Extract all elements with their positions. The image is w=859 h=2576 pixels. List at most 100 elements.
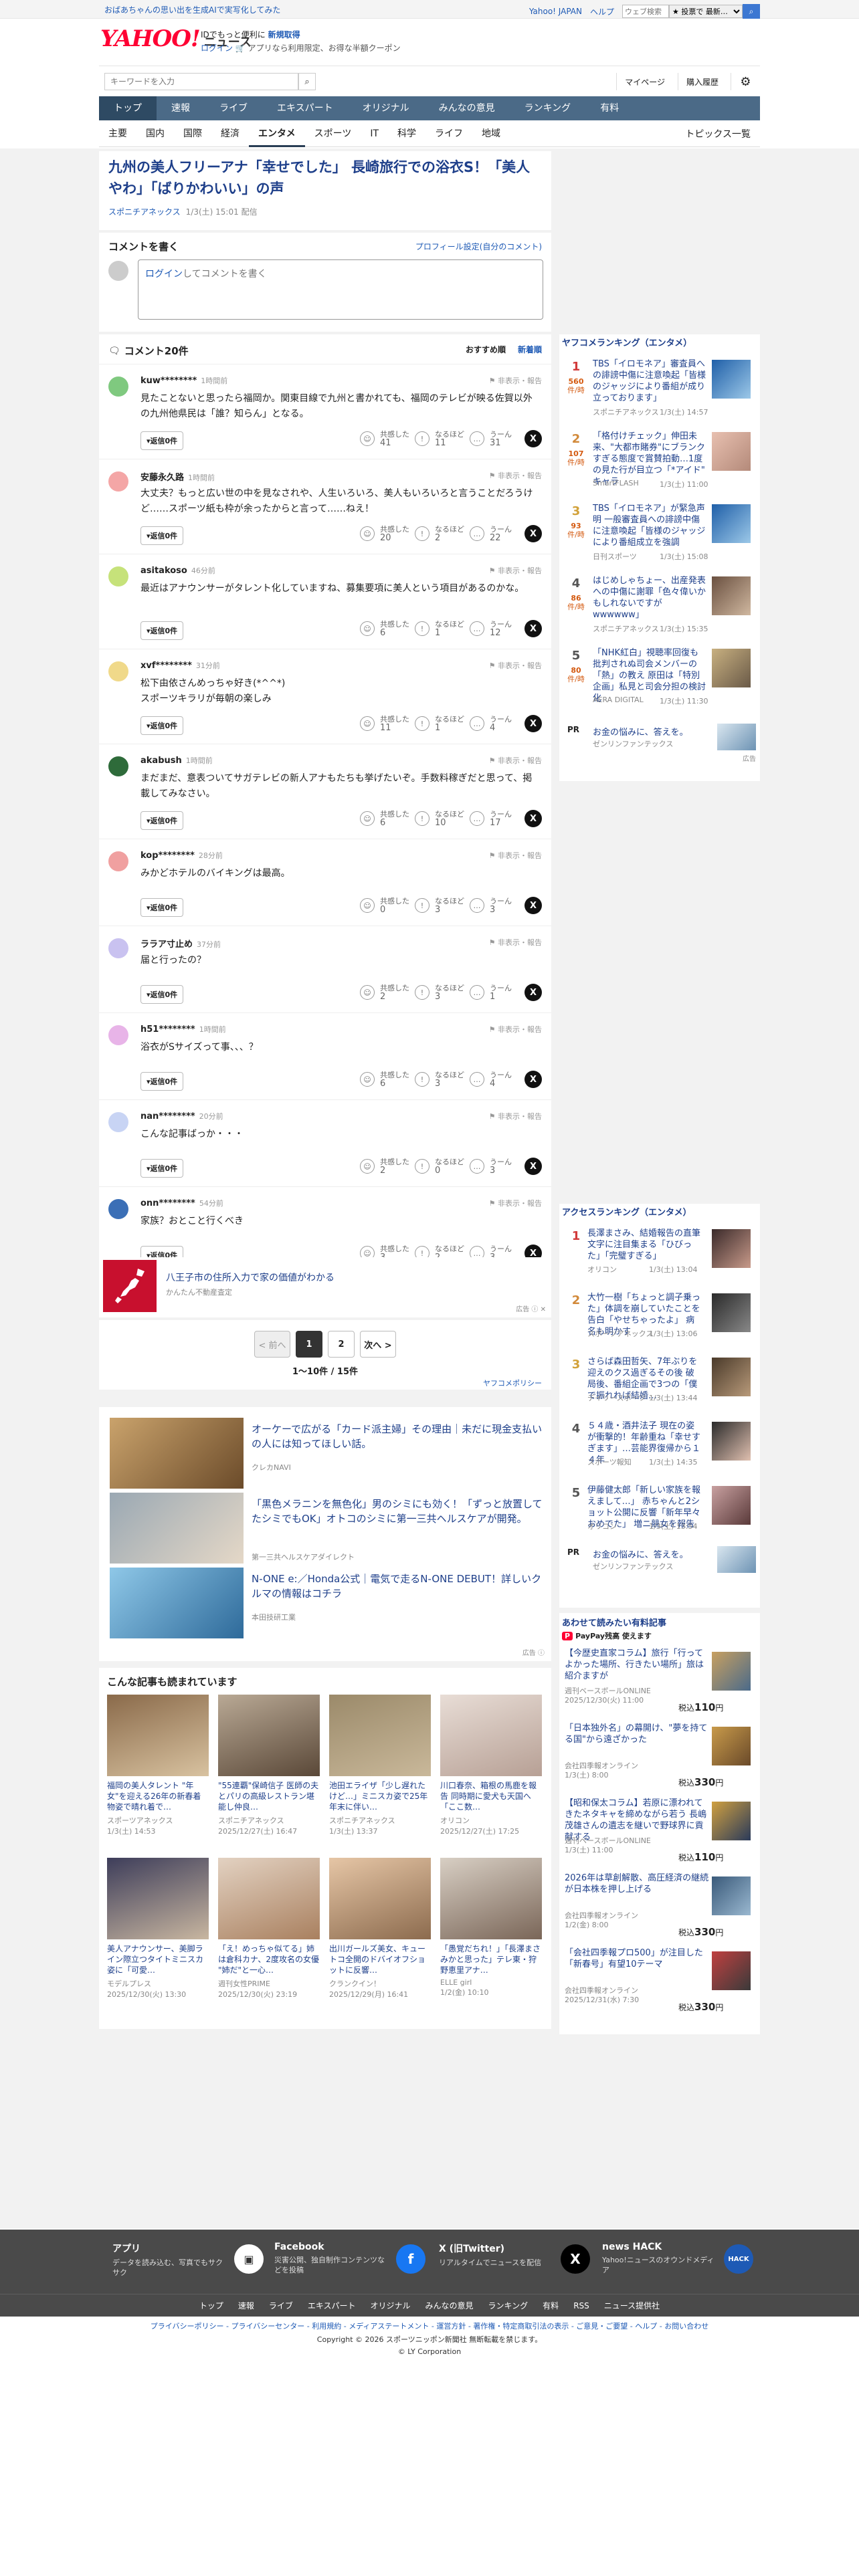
hmm-icon[interactable]: …: [470, 716, 484, 731]
lightbulb-icon[interactable]: !: [415, 431, 430, 446]
footer-facebook[interactable]: Facebook 災害公開、独自制作コンテンツなどを投稿 f: [274, 2242, 435, 2275]
comment-user[interactable]: nan******** 20分前: [140, 1111, 223, 1121]
cat-world[interactable]: 国際: [174, 120, 211, 147]
access-title[interactable]: 長澤まさみ、結婚報告の直筆文字に注目集まる「ひびった」「完璧すぎる」: [587, 1228, 701, 1262]
paid-item[interactable]: 【今歴史直家コラム】旅行「行ってよかった場所、行きたい場所」旅は紹介ますが 週刊ベ…: [559, 1648, 755, 1717]
hmm-icon[interactable]: …: [470, 431, 484, 446]
pager-page-1[interactable]: 1: [296, 1331, 322, 1358]
comment-user[interactable]: ララア寸止め 37分前: [140, 937, 221, 950]
smile-icon[interactable]: ☺: [360, 1072, 375, 1087]
comment-username[interactable]: nan********: [140, 1111, 195, 1121]
report-link[interactable]: ⚑ 非表示・報告: [489, 755, 542, 766]
footer-nav-item[interactable]: ランキング: [488, 2300, 529, 2311]
smile-icon[interactable]: ☺: [360, 1159, 375, 1174]
cat-main[interactable]: 主要: [99, 120, 136, 147]
ad-title-3[interactable]: N-ONE e:／Honda公式｜電気で走るN-ONE DEBUT！詳しいクルマ…: [252, 1572, 543, 1601]
article-title[interactable]: 九州の美人フリーアナ「幸せでした」 長崎旅行での浴衣S！「美人やわ」「ばりかわい…: [108, 156, 543, 199]
article-source[interactable]: スポニチアネックス: [108, 207, 181, 217]
keyword-search-input[interactable]: [104, 73, 298, 90]
also-read-thumb[interactable]: [329, 1858, 431, 1939]
reply-button[interactable]: ▾ 返信0件: [140, 1159, 184, 1178]
lightbulb-icon[interactable]: !: [415, 898, 430, 913]
gnav-expert[interactable]: エキスパート: [262, 96, 348, 120]
access-pr-title[interactable]: お金の悩みに、答えを。: [593, 1547, 688, 1560]
report-link[interactable]: ⚑ 非表示・報告: [489, 565, 542, 576]
footer-nav-item[interactable]: トップ: [199, 2300, 223, 2311]
access-item[interactable]: 1 長澤まさみ、結婚報告の直筆文字に注目集まる「ひびった」「完璧すぎる」 オリコン 1…: [559, 1224, 755, 1291]
cat-local[interactable]: 地域: [472, 120, 510, 147]
comment-user[interactable]: h51******** 1時間前: [140, 1024, 226, 1035]
also-read-title[interactable]: 川口春奈、箱根の馬鹿を報告 同時期に愛犬も天国へ「ここ数…: [440, 1780, 542, 1812]
yahoo-japan-link[interactable]: Yahoo! JAPAN: [529, 7, 582, 16]
footer-nav-item[interactable]: オリジナル: [371, 2300, 411, 2311]
comment-login-link[interactable]: ログイン: [145, 269, 183, 280]
gnav-original[interactable]: オリジナル: [348, 96, 424, 120]
report-link[interactable]: ⚑ 非表示・報告: [489, 937, 542, 948]
cat-economy[interactable]: 経済: [211, 120, 249, 147]
smile-icon[interactable]: ☺: [360, 985, 375, 1000]
report-link[interactable]: ⚑ 非表示・報告: [489, 375, 542, 386]
header-line2[interactable]: アプリなら利用限定、お得な半額クーポン: [248, 43, 401, 53]
x-share-icon[interactable]: X: [524, 897, 542, 914]
paid-item[interactable]: 「日本独外名」の幕開け、"夢を持てる国"から遠ざかった 会社四季報オンライン 1/3…: [559, 1723, 755, 1792]
lightbulb-icon[interactable]: !: [415, 1159, 430, 1174]
cat-science[interactable]: 科学: [388, 120, 425, 147]
also-read-title[interactable]: 出川ガールズ美女、キュートコ全開のドバイオフショットに反響…: [329, 1943, 431, 1975]
history-button[interactable]: 購入履歴: [677, 73, 727, 90]
hmm-icon[interactable]: …: [470, 1159, 484, 1174]
also-read-thumb[interactable]: [107, 1695, 209, 1776]
ad-banner[interactable]: 八王子市の住所入力で家の価値がわかる かんたん不動産査定 広告 ⓘ ✕: [99, 1257, 551, 1317]
footer-nav-item[interactable]: エキスパート: [308, 2300, 356, 2311]
also-read-item[interactable]: 出川ガールズ美女、キュートコ全開のドバイオフショットに反響… クランクイン！ 202…: [329, 1858, 431, 2000]
comment-username[interactable]: h51********: [140, 1025, 195, 1035]
help-link[interactable]: ヘルプ: [590, 6, 614, 17]
lightbulb-icon[interactable]: !: [415, 716, 430, 731]
smile-icon[interactable]: ☺: [360, 811, 375, 826]
x-share-icon[interactable]: X: [524, 620, 542, 637]
hmm-icon[interactable]: …: [470, 985, 484, 1000]
also-read-title[interactable]: 「愚覚だちれ！」「長澤まさみかと思った」テレ東・狩野恵里アナ…: [440, 1943, 542, 1975]
mypage-button[interactable]: マイページ: [616, 73, 673, 90]
ad-image-3[interactable]: [110, 1568, 244, 1638]
lightbulb-icon[interactable]: !: [415, 526, 430, 541]
also-read-thumb[interactable]: [218, 1695, 320, 1776]
paid-title[interactable]: 「会社四季報プロ500」が注目した「新春号」有望10テーマ: [565, 1947, 710, 1970]
smile-icon[interactable]: ☺: [360, 716, 375, 731]
cat-it[interactable]: IT: [361, 120, 388, 147]
ranking-title[interactable]: はじめしゃちょー、出産発表への中傷に謝罪「色々偉いかもしれないですがwwwwww…: [593, 575, 706, 621]
report-link[interactable]: ⚑ 非表示・報告: [489, 1111, 542, 1121]
lightbulb-icon[interactable]: !: [415, 1072, 430, 1087]
comment-username[interactable]: kuw********: [140, 376, 197, 386]
comment-textbox[interactable]: ログインしてコメントを書く: [138, 259, 543, 320]
access-item[interactable]: 4 ５４歳・酒井法子 現在の姿が衝撃的！年齢重ね「幸せすぎます」…芸能界復帰から１…: [559, 1416, 755, 1483]
ranking-pr[interactable]: PR お金の悩みに、答えを。 ゼンリンファンテックス 広告: [559, 724, 760, 764]
also-read-title[interactable]: 「え！めっちゃ似てる」姉は倉科カナ、2度攻名の女優 "姉だ"と一心…: [218, 1943, 320, 1975]
also-read-item[interactable]: 「え！めっちゃ似てる」姉は倉科カナ、2度攻名の女優 "姉だ"と一心… 週刊女性PR…: [218, 1858, 320, 2000]
comment-user[interactable]: onn******** 54分前: [140, 1198, 223, 1208]
ranking-item[interactable]: 1 560 件/時 TBS「イロモネア」審査員への誹謗中傷に注意喚起「皆様のジャッジに…: [559, 354, 755, 421]
comment-username[interactable]: 安藤永久路: [140, 473, 184, 483]
cat-sports[interactable]: スポーツ: [305, 120, 361, 147]
ranking-pr-title[interactable]: お金の悩みに、答えを。: [593, 725, 688, 738]
footer-nav-item[interactable]: みんなの意見: [425, 2300, 474, 2311]
also-read-title[interactable]: 美人アナウンサー、美脚ライン際立つタイトミニスカ姿に「可愛…: [107, 1943, 209, 1975]
x-share-icon[interactable]: X: [524, 984, 542, 1001]
hmm-icon[interactable]: …: [470, 526, 484, 541]
web-search-input[interactable]: [622, 5, 669, 18]
ad-title-1[interactable]: オーケーで広がる「カード派主婦」その理由｜未だに現金支払いの人には知ってほしい話…: [252, 1422, 543, 1451]
comment-policy-link[interactable]: ヤフコメポリシー: [483, 1378, 542, 1388]
pager-next[interactable]: 次へ >: [360, 1331, 396, 1358]
lightbulb-icon[interactable]: !: [415, 621, 430, 636]
comment-user[interactable]: kop******** 28分前: [140, 850, 223, 861]
also-read-thumb[interactable]: [440, 1858, 542, 1939]
footer-newshack[interactable]: news HACK Yahoo!ニュースのオウンドメディア HACK: [602, 2242, 763, 2275]
login-link[interactable]: ログイン: [201, 43, 233, 53]
search-icon[interactable]: ⌕: [743, 4, 760, 19]
paid-item[interactable]: 「会社四季報プロ500」が注目した「新春号」有望10テーマ 会社四季報オンライン 2…: [559, 1947, 755, 2017]
report-link[interactable]: ⚑ 非表示・報告: [489, 470, 542, 481]
also-read-title[interactable]: "55連覇"保崎信子 医師の夫とパリの高級レストラン堪能し仲良…: [218, 1780, 320, 1812]
search-icon[interactable]: ⌕: [298, 73, 316, 90]
also-read-item[interactable]: 「愚覚だちれ！」「長澤まさみかと思った」テレ東・狩野恵里アナ… ELLE girl…: [440, 1858, 542, 1998]
ranking-item[interactable]: 2 107 件/時 「格付けチェック」伸田未来、"大都市賭券"にブランクすぎる態度で賞…: [559, 427, 755, 494]
gnav-top[interactable]: トップ: [99, 96, 157, 120]
